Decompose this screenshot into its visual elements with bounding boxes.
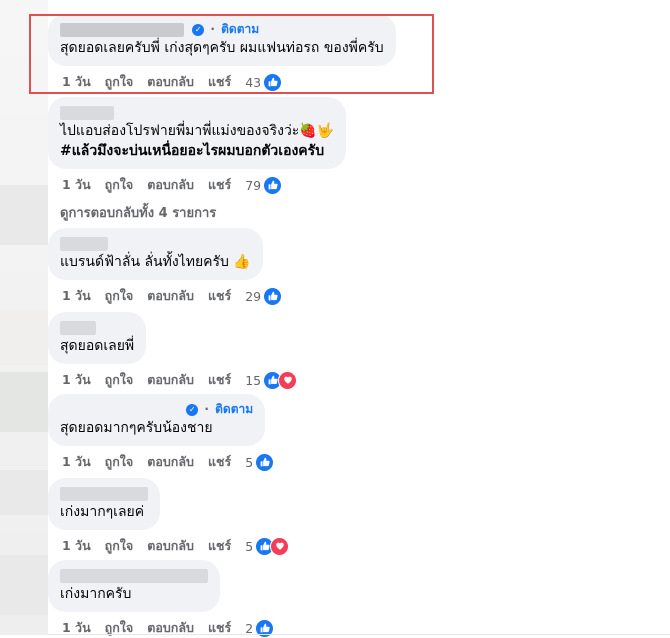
comment-bubble: เก่งมากๆเลยค่ <box>48 478 160 530</box>
follow-link[interactable]: ติดตาม <box>215 402 253 416</box>
verified-badge-icon: ✓ <box>186 403 199 416</box>
separator-dot: · <box>204 402 209 416</box>
reply-button[interactable]: ตอบกลับ <box>147 618 194 638</box>
highlight-box <box>29 14 434 94</box>
comment-timestamp[interactable]: 1 วัน <box>62 618 91 638</box>
like-icon <box>263 175 283 195</box>
reaction-count: 29 <box>245 288 262 304</box>
like-button[interactable]: ถูกใจ <box>105 618 134 638</box>
gutter-block <box>0 372 48 432</box>
heart-icon <box>270 536 290 556</box>
reply-button[interactable]: ตอบกลับ <box>147 175 194 195</box>
reaction-count: 79 <box>245 177 262 193</box>
like-icon <box>263 286 283 306</box>
reply-button[interactable]: ตอบกลับ <box>147 370 194 390</box>
comment-timestamp[interactable]: 1 วัน <box>62 175 91 195</box>
author-name-blurred[interactable] <box>60 320 96 335</box>
comment-bubble: แบรนด์ฟ้าลั่น ลั่นทั้งไทยครับ 👍 <box>48 228 263 280</box>
share-button[interactable]: แชร์ <box>208 452 231 472</box>
comment-author[interactable] <box>60 566 208 584</box>
comment-actions: 1 วัน ถูกใจ ตอบกลับ แชร์ 15 <box>48 370 648 390</box>
hashtag-text[interactable]: #แล้วมึงจะบ่นเหนื่อยอะไรผมบอกตัวเองครับ <box>60 143 324 159</box>
share-button[interactable]: แชร์ <box>208 536 231 556</box>
comment-bubble: เก่งมากครับ <box>48 560 220 612</box>
comment-author[interactable] <box>60 103 334 121</box>
reaction-count: 15 <box>245 372 262 388</box>
reaction-summary[interactable]: 5 <box>245 452 275 472</box>
comment-text-line: ไปแอบส่องโปรฟายพี่มาพี่แม่งของจริงว่ะ <box>60 123 300 139</box>
author-name-blurred[interactable] <box>60 236 108 251</box>
comment-timestamp[interactable]: 1 วัน <box>62 452 91 472</box>
author-name-blurred[interactable] <box>60 568 208 583</box>
heart-icon <box>278 370 298 390</box>
comment-text: แบรนด์ฟ้าลั่น ลั่นทั้งไทยครับ 👍 <box>60 252 251 272</box>
comment-hashtag[interactable]: #แล้วมึงจะบ่นเหนื่อยอะไรผมบอกตัวเองครับ <box>60 141 334 161</box>
comment-text: เก่งมากครับ <box>60 586 132 602</box>
emoji: 👍 <box>233 254 251 270</box>
share-button[interactable]: แชร์ <box>208 286 231 306</box>
like-button[interactable]: ถูกใจ <box>105 536 134 556</box>
reaction-summary[interactable]: 15 <box>245 370 298 390</box>
comment: แบรนด์ฟ้าลั่น ลั่นทั้งไทยครับ 👍 1 วัน ถู… <box>48 228 648 306</box>
view-replies-link[interactable]: ดูการตอบกลับทั้ง 4 รายการ <box>60 202 216 223</box>
comment-text: ไปแอบส่องโปรฟายพี่มาพี่แม่งของจริงว่ะ🍓🤟 <box>60 121 334 141</box>
share-button[interactable]: แชร์ <box>208 175 231 195</box>
share-button[interactable]: แชร์ <box>208 370 231 390</box>
like-icon <box>255 452 275 472</box>
like-button[interactable]: ถูกใจ <box>105 452 134 472</box>
comment-actions: 1 วัน ถูกใจ ตอบกลับ แชร์ 29 <box>48 286 648 306</box>
comment: เก่งมากๆเลยค่ 1 วัน ถูกใจ ตอบกลับ แชร์ 5 <box>48 478 648 556</box>
reaction-count: 5 <box>245 538 254 554</box>
comment-bubble: สุดยอดเลยพี่ <box>48 312 147 364</box>
comment-actions: 1 วัน ถูกใจ ตอบกลับ แชร์ 2 <box>48 618 648 638</box>
comment-text: สุดยอดมากๆครับน้องชาย <box>60 420 213 436</box>
comment-text: สุดยอดเลยพี่ <box>60 338 135 354</box>
emoji: 🍓🤟 <box>299 123 335 139</box>
reply-button[interactable]: ตอบกลับ <box>147 286 194 306</box>
gutter-block <box>0 310 48 365</box>
like-button[interactable]: ถูกใจ <box>105 370 134 390</box>
gutter-block <box>0 185 48 245</box>
comment-text-line: แบรนด์ฟ้าลั่น ลั่นทั้งไทยครับ <box>60 254 229 270</box>
reply-button[interactable]: ตอบกลับ <box>147 452 194 472</box>
share-button[interactable]: แชร์ <box>208 618 231 638</box>
comment-timestamp[interactable]: 1 วัน <box>62 286 91 306</box>
gutter-block <box>0 555 48 615</box>
comment-text: เก่งมากๆเลยค่ <box>60 504 145 520</box>
comment-author[interactable] <box>60 484 148 502</box>
like-button[interactable]: ถูกใจ <box>105 175 134 195</box>
reaction-summary[interactable]: 5 <box>245 536 290 556</box>
comment-bubble: ✓ · ติดตาม สุดยอดมากๆครับน้องชาย <box>48 394 266 446</box>
author-name-blurred[interactable] <box>60 486 148 501</box>
comment-actions: 1 วัน ถูกใจ ตอบกลับ แชร์ 5 <box>48 536 648 556</box>
comment: ไปแอบส่องโปรฟายพี่มาพี่แม่งของจริงว่ะ🍓🤟 … <box>48 97 648 195</box>
comment: ✓ · ติดตาม สุดยอดมากๆครับน้องชาย 1 วัน ถ… <box>48 394 648 472</box>
comment-actions: 1 วัน ถูกใจ ตอบกลับ แชร์ 79 <box>48 175 648 195</box>
author-name-blurred[interactable] <box>60 105 114 120</box>
comment-author[interactable] <box>60 318 134 336</box>
comment-bubble: ไปแอบส่องโปรฟายพี่มาพี่แม่งของจริงว่ะ🍓🤟 … <box>48 97 347 169</box>
comment-author[interactable]: ✓ · ติดตาม <box>60 400 253 418</box>
author-name-blurred[interactable] <box>60 402 178 417</box>
comment-actions: 1 วัน ถูกใจ ตอบกลับ แชร์ 5 <box>48 452 648 472</box>
reply-button[interactable]: ตอบกลับ <box>147 536 194 556</box>
reaction-summary[interactable]: 29 <box>245 286 283 306</box>
reaction-summary[interactable]: 79 <box>245 175 283 195</box>
comment-timestamp[interactable]: 1 วัน <box>62 536 91 556</box>
gutter-block <box>0 470 48 515</box>
comment: เก่งมากครับ 1 วัน ถูกใจ ตอบกลับ แชร์ 2 <box>48 560 648 638</box>
comment: สุดยอดเลยพี่ 1 วัน ถูกใจ ตอบกลับ แชร์ 15 <box>48 312 648 390</box>
comment-timestamp[interactable]: 1 วัน <box>62 370 91 390</box>
reaction-count: 5 <box>245 454 254 470</box>
like-button[interactable]: ถูกใจ <box>105 286 134 306</box>
comment-author[interactable] <box>60 234 251 252</box>
